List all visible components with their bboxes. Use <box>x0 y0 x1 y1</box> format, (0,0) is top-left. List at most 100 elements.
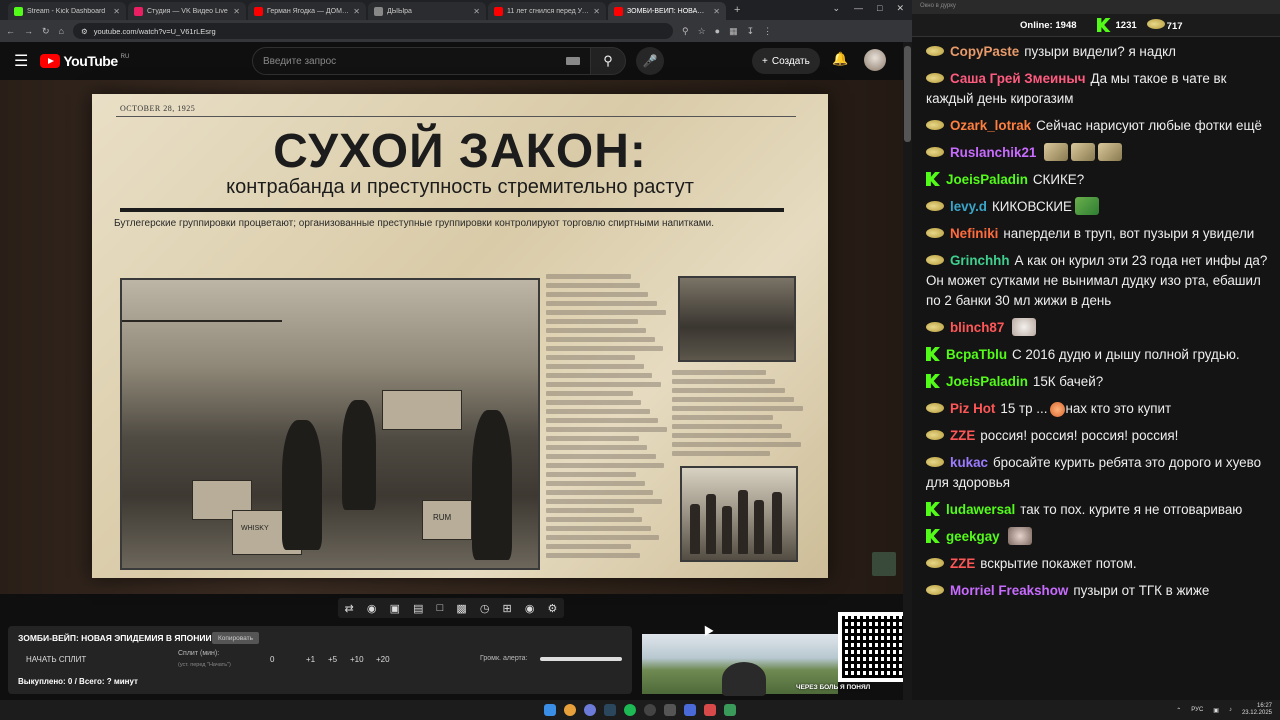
start-split-button[interactable]: НАЧАТЬ СПЛИТ <box>26 655 86 664</box>
close-icon[interactable]: ✕ <box>896 3 904 14</box>
broadcast-icon[interactable]: ◉ <box>367 602 377 615</box>
chat-message[interactable]: Piz Hot 15 тр ... нах кто это купит <box>926 399 1270 419</box>
chat-message[interactable]: geekgay <box>926 527 1270 547</box>
chat-message[interactable]: BcpaTblu С 2016 дудю и дышу полной грудью… <box>926 345 1270 365</box>
app-icon[interactable] <box>724 704 736 716</box>
chat-username[interactable]: Ozark_lotrak <box>950 118 1031 133</box>
voice-search-button[interactable]: 🎤 <box>636 47 664 75</box>
copy-button[interactable]: Копировать <box>212 632 259 644</box>
channel-watermark[interactable] <box>872 552 896 576</box>
chat-message[interactable]: ZZE россия! россия! россия! россия! <box>926 426 1270 446</box>
chat-message[interactable]: Morriel Freakshow пузыри от ТГК в жиже <box>926 581 1270 601</box>
chat-username[interactable]: CopyPaste <box>950 44 1019 59</box>
loop-icon[interactable]: ⇄ <box>345 602 354 615</box>
browser-tab[interactable]: Герман Ягодка — ДОМ 2 и ан ✕ <box>248 2 366 20</box>
app-icon[interactable] <box>664 704 676 716</box>
notifications-bell-icon[interactable]: 🔔 <box>832 51 848 67</box>
chat-username[interactable]: Саша Грей Змеиныч <box>950 71 1086 86</box>
keyboard-icon[interactable] <box>566 57 580 65</box>
chat-message[interactable]: Саша Грей Змеиныч Да мы такое в чате вк к… <box>926 69 1270 109</box>
chat-message[interactable]: Ozark_lotrak Сейчас нарисуют любые фотки … <box>926 116 1270 136</box>
steam-icon[interactable] <box>604 704 616 716</box>
chat-message[interactable]: kukac бросайте курить ребята это дорого и… <box>926 453 1270 493</box>
zoom-icon[interactable]: ⚲ <box>682 26 689 37</box>
pip-icon[interactable]: ▩ <box>456 602 466 615</box>
start-icon[interactable] <box>544 704 556 716</box>
reload-icon[interactable]: ↻ <box>42 26 50 37</box>
back-icon[interactable]: ← <box>6 26 15 36</box>
home-icon[interactable]: ⌂ <box>59 26 64 36</box>
chat-message[interactable]: blinch87 <box>926 318 1270 338</box>
download-icon[interactable]: ↧ <box>747 26 755 37</box>
browser-tab[interactable]: Stream - Kick Dashboard ✕ <box>8 2 126 20</box>
chat-username[interactable]: geekgay <box>946 529 1000 544</box>
tab-close-icon[interactable]: ✕ <box>473 7 480 16</box>
scrollbar-thumb[interactable] <box>904 46 911 142</box>
settings-icon[interactable]: ⚙ <box>548 602 558 615</box>
forward-icon[interactable]: → <box>24 26 33 36</box>
url-field[interactable]: ⚙ youtube.com/watch?v=U_V61rLEsrg <box>72 23 673 39</box>
chat-message[interactable]: JoeisPaladin СКИКЕ? <box>926 170 1270 190</box>
chat-panel[interactable]: CopyPaste пузыри видели? я надкл Саша Грей… <box>912 36 1280 700</box>
browser-tab[interactable]: 11 лет сгнился перед Украин ✕ <box>488 2 606 20</box>
split-value-1[interactable]: +1 <box>306 655 328 664</box>
browser-tab[interactable]: ЗОМБИ-ВЕЙП: НОВАЯ ЭПИ✕ <box>608 2 726 20</box>
tab-close-icon[interactable]: ✕ <box>113 7 120 16</box>
chat-message[interactable]: Nefiniki напердели в труп, вот пузыри я у… <box>926 224 1270 244</box>
split-value-20[interactable]: +20 <box>376 655 398 664</box>
chat-username[interactable]: ludawersal <box>946 502 1015 517</box>
extensions-puzzle-icon[interactable]: ▦ <box>729 26 738 37</box>
chat-username[interactable]: Ruslanchik21 <box>950 145 1036 160</box>
app-icon[interactable] <box>684 704 696 716</box>
tab-close-icon[interactable]: ✕ <box>353 7 360 16</box>
chat-username[interactable]: JoeisPaladin <box>946 374 1028 389</box>
search-input[interactable]: Введите запрос <box>252 47 592 75</box>
language-indicator[interactable]: РУС <box>1191 707 1203 713</box>
chat-username[interactable]: ZZE <box>950 556 975 571</box>
search-button[interactable]: ⚲ <box>590 47 626 75</box>
chat-message[interactable]: ludawersal так то пох. курите я не отгова… <box>926 500 1270 520</box>
create-button[interactable]: + Создать <box>752 48 820 74</box>
screenshot-icon[interactable]: ◉ <box>525 602 535 615</box>
youtube-logo[interactable]: YouTube RU <box>40 53 129 69</box>
chat-message[interactable]: CopyPaste пузыри видели? я надкл <box>926 42 1270 62</box>
chat-username[interactable]: levy.d <box>950 199 987 214</box>
frame-icon[interactable]: □ <box>437 602 444 614</box>
chat-message[interactable]: Ruslanchik21 <box>926 143 1270 163</box>
chat-message[interactable]: ZZE вскрытие покажет потом. <box>926 554 1270 574</box>
speed-icon[interactable]: ◷ <box>480 602 490 615</box>
extension-icon[interactable]: ● <box>715 26 720 36</box>
chat-username[interactable]: kukac <box>950 455 988 470</box>
spotify-icon[interactable] <box>624 704 636 716</box>
tab-close-icon[interactable]: ✕ <box>233 7 240 16</box>
maximize-icon[interactable]: □ <box>877 3 882 14</box>
volume-icon[interactable]: ♪ <box>1229 707 1232 713</box>
clock[interactable]: 16:27 23.12.2025 <box>1242 703 1272 717</box>
avatar[interactable] <box>864 49 886 71</box>
tray-arrow-icon[interactable]: ⌃ <box>1176 707 1181 714</box>
chat-username[interactable]: JoeisPaladin <box>946 172 1028 187</box>
alert-volume-slider[interactable] <box>540 657 622 661</box>
chevron-down-icon[interactable]: ⌄ <box>832 3 840 14</box>
discord-icon[interactable] <box>584 704 596 716</box>
chat-username[interactable]: Piz Hot <box>950 401 995 416</box>
chat-username[interactable]: BcpaTblu <box>946 347 1007 362</box>
film-icon[interactable]: ▤ <box>413 602 423 615</box>
hamburger-menu-icon[interactable]: ☰ <box>14 51 28 71</box>
chat-message[interactable]: Grinchhh А как он курил эти 23 года нет и… <box>926 251 1270 311</box>
new-tab-icon[interactable]: + <box>734 4 740 16</box>
network-icon[interactable]: ▣ <box>1213 707 1219 714</box>
minimize-icon[interactable]: — <box>854 3 863 14</box>
chat-username[interactable]: blinch87 <box>950 320 1004 335</box>
chat-message[interactable]: JoeisPaladin 15К бачей? <box>926 372 1270 392</box>
chat-username[interactable]: ZZE <box>950 428 975 443</box>
browser-tab[interactable]: ДЫЫра ✕ <box>368 2 486 20</box>
obs-icon[interactable] <box>704 704 716 716</box>
add-icon[interactable]: ⊞ <box>503 602 512 615</box>
chat-message[interactable]: levy.d КИКОВСКИЕ <box>926 197 1270 217</box>
chat-username[interactable]: Morriel Freakshow <box>950 583 1068 598</box>
browser-menu-icon[interactable]: ⋮ <box>763 26 772 37</box>
chat-username[interactable]: Grinchhh <box>950 253 1010 268</box>
split-value-10[interactable]: +10 <box>350 655 376 664</box>
tab-close-icon[interactable]: ✕ <box>713 7 720 16</box>
